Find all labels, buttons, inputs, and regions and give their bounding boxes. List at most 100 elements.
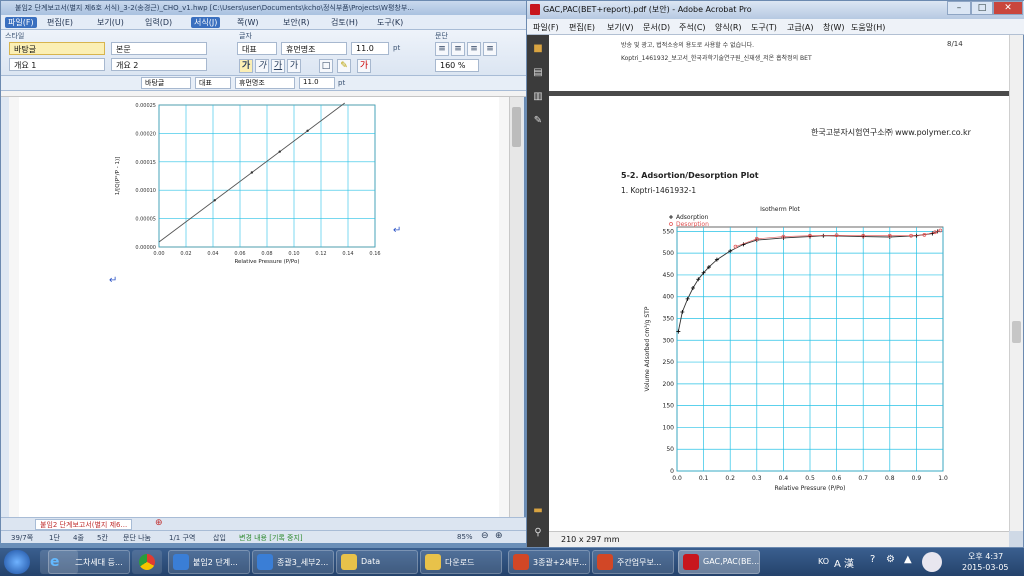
font-lang-select[interactable]: 대표 [237,42,277,55]
page-report-id: Koptri_1461932_보고서_한국과학기술연구원_신재생_저온 흡착정의… [621,55,812,62]
align-center-icon[interactable]: ≡ [451,42,465,56]
style-item-body[interactable]: 본문 [111,42,207,55]
x-tick-label: 0.10 [288,251,299,257]
menu-forms[interactable]: 양식(R) [715,22,742,33]
clock-time[interactable]: 오후 4:37 [968,551,1003,562]
font-color-button[interactable]: 가 [357,59,371,73]
taskbar-task[interactable]: 주간업무보... [592,550,674,574]
page-size-label: 210 x 297 mm [561,535,620,544]
font-size-input[interactable]: 11.0 [351,42,389,55]
hwp-title-bar[interactable]: 붙임2 단계보고서(별지 제6호 서식)_3-2(송경근)_CHO_v1.hwp… [1,1,526,15]
status-page: 39/7쪽 [11,534,34,542]
minimize-button[interactable]: – [947,1,971,15]
menu-file[interactable]: 파일(F) [533,22,559,33]
taskbar-task[interactable]: 二차세대 등... [48,550,130,574]
bookmarks-icon[interactable]: ▥ [532,91,544,103]
acrobat-document-area[interactable]: 방송 및 광고, 법적소송의 용도로 사용할 수 없습니다. Koptri_14… [549,35,1009,531]
italic-button[interactable]: 가 [255,59,269,73]
zoom-level[interactable]: 85% [457,533,473,541]
comment-icon[interactable]: ▬ [532,505,544,517]
help-icon[interactable]: ? [870,554,875,565]
acrobat-app-icon [530,4,540,15]
taskbar-task[interactable]: 다운로드 [420,550,502,574]
font-name-select[interactable]: 휴먼명조 [281,42,347,55]
page-number: 8/14 [947,40,963,48]
toolbar-size-input[interactable]: 11.0 [299,77,335,89]
strikethrough-button[interactable]: 가 [287,59,301,73]
paragraph-mark-icon: ↵ [109,275,118,286]
taskbar-task-active[interactable]: GAC,PAC(BE... [678,550,760,574]
chrome-pinned-icon[interactable] [132,550,162,574]
scroll-thumb[interactable] [1012,321,1021,343]
x-tick-label: 1.0 [938,475,948,482]
pages-icon[interactable]: ▤ [532,67,544,79]
taskbar-task[interactable]: 3종괄+2세부... [508,550,590,574]
align-justify-icon[interactable]: ≡ [483,42,497,56]
acrobat-title-text: GAC,PAC(BET+report).pdf (보안) - Adobe Acr… [543,5,752,14]
status-track-changes[interactable]: 변경 내용 [기록 중지] [239,533,303,543]
status-insert-mode: 삽입 [213,534,226,542]
taskbar-task[interactable]: 종괄3_세부2... [252,550,334,574]
style-item-batang[interactable]: 바탕글 [9,42,105,55]
style-item-outline2[interactable]: 개요 2 [111,58,207,71]
scroll-thumb[interactable] [512,107,521,147]
taskbar-task[interactable]: Data [336,550,418,574]
menu-file[interactable]: 파일(F) [5,17,37,28]
zoom-in-icon[interactable]: ⊕ [495,531,503,541]
zoom-out-icon[interactable]: ⊖ [481,531,489,541]
menu-edit[interactable]: 편집(E) [569,22,595,33]
attachment-icon[interactable]: ⚲ [532,527,544,539]
menu-document[interactable]: 문서(D) [643,22,670,33]
menu-view[interactable]: 보기(V) [607,22,633,33]
toolbar-style-select[interactable]: 바탕글 [141,77,191,89]
menu-security[interactable]: 보안(R) [283,17,310,28]
y-tick-label: 0.00025 [135,103,156,109]
close-button[interactable]: ✕ [993,1,1023,15]
menu-review[interactable]: 검토(H) [331,17,358,28]
new-tab-icon[interactable]: ⊕ [155,518,163,528]
tray-expand-icon[interactable]: ▲ [904,554,912,565]
hwp-document-area[interactable]: 0.00 0.02 0.04 0.06 0.08 0.10 0.12 0.14 0.16 0.00… [9,97,509,517]
hwp-page: 0.00 0.02 0.04 0.06 0.08 0.10 0.12 0.14 0.16 0.00… [19,97,499,517]
clock-date[interactable]: 2015-03-05 [962,563,1009,572]
hwp-format-toolbar: 바탕글 대표 휴먼명조 11.0 pt [1,76,526,91]
align-right-icon[interactable]: ≡ [467,42,481,56]
hwp-vertical-scrollbar[interactable] [509,97,523,517]
menu-view[interactable]: 보기(U) [97,17,124,28]
settings-icon[interactable]: ⚙ [886,554,895,565]
align-left-icon[interactable]: ≡ [435,42,449,56]
lock-icon[interactable]: ■ [532,43,544,55]
menu-window[interactable]: 창(W) [823,22,845,33]
doc-tab[interactable]: 붙임2 단계보고서(별지 제6... [35,519,133,530]
style-item-outline1[interactable]: 개요 1 [9,58,105,71]
language-indicator[interactable]: KO [818,557,829,566]
menu-tools[interactable]: 도구(K) [377,17,403,28]
bold-button[interactable]: 가 [239,59,253,73]
ime-mode[interactable]: A 漢 [834,555,854,570]
menu-advanced[interactable]: 고급(A) [787,22,813,33]
maximize-button[interactable]: □ [971,1,993,15]
menu-tools[interactable]: 도구(T) [751,22,777,33]
y-tick-label: 500 [663,250,675,257]
border-button[interactable]: □ [319,59,333,73]
x-tick-label: 0.7 [858,475,868,482]
signatures-icon[interactable]: ✎ [532,115,544,127]
menu-help[interactable]: 도움말(H) [851,22,885,33]
menu-edit[interactable]: 편집(E) [47,17,73,28]
y-tick-label: 150 [663,403,675,410]
x-tick-label: 0.8 [885,475,895,482]
menu-insert[interactable]: 입력(D) [145,17,172,28]
taskbar-task[interactable]: 붙임2 단계... [168,550,250,574]
menu-page[interactable]: 쪽(W) [237,17,259,28]
acrobat-vertical-scrollbar[interactable] [1009,35,1023,531]
x-tick-label: 0.9 [912,475,922,482]
menu-comments[interactable]: 주석(C) [679,22,706,33]
menu-format[interactable]: 서식(J) [191,17,221,28]
start-button[interactable] [4,550,30,574]
underline-button[interactable]: 가 [271,59,285,73]
toolbar-lang-select[interactable]: 대표 [195,77,231,89]
toolbar-font-select[interactable]: 휴먼명조 [235,77,295,89]
highlight-pen-icon[interactable]: ✎ [337,59,351,73]
acrobat-title-bar[interactable]: GAC,PAC(BET+report).pdf (보안) - Adobe Acr… [527,1,1024,19]
line-spacing-select[interactable]: 160 % [435,59,479,72]
